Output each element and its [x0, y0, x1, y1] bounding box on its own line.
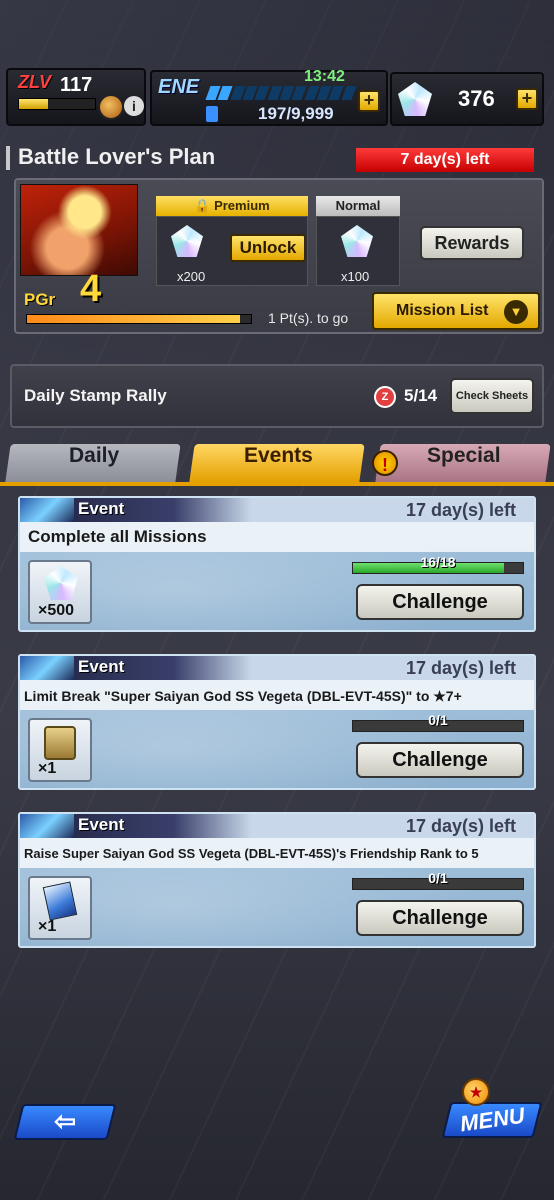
premium-header: 🔒 Premium — [156, 196, 308, 216]
mission-progress-text: 16/18 — [420, 554, 456, 570]
mission-days-left: 17 day(s) left — [405, 816, 516, 836]
limit-break-medal-icon — [44, 726, 76, 760]
tab-special[interactable]: Special — [375, 444, 551, 482]
pgr-progress-bar — [26, 314, 252, 324]
reward-item[interactable]: ×500 — [28, 560, 92, 624]
mission-list-button[interactable]: Mission List ▼ — [372, 292, 540, 330]
mission-list-label: Mission List — [396, 302, 489, 319]
mission-title-row: Limit Break "Super Saiyan God SS Vegeta … — [20, 680, 534, 710]
title-accent — [6, 146, 10, 170]
crystal-icon — [44, 566, 78, 600]
chrono-crystal-icon — [398, 82, 432, 116]
energy-value: 197/9,999 — [258, 104, 334, 123]
mission-progress-text: 0/1 — [428, 870, 448, 886]
event-tag: Event — [78, 815, 125, 834]
normal-header: Normal — [316, 196, 400, 216]
avatar — [98, 94, 124, 120]
energy-timer: 13:42 — [304, 68, 345, 85]
challenge-button[interactable]: Challenge — [356, 900, 524, 936]
normal-qty: x100 — [341, 269, 370, 284]
plan-days-left-badge: 7 day(s) left — [356, 148, 534, 172]
chevron-down-icon: ▼ — [504, 300, 528, 324]
mission-title: Raise Super Saiyan God SS Vegeta (DBL-EV… — [24, 846, 479, 861]
level-value: 117 — [60, 74, 93, 96]
mission-days-left: 17 day(s) left — [405, 500, 516, 520]
gems-panel: 376 + — [390, 72, 544, 126]
energy-bar — [205, 86, 357, 100]
mission-card: Event 17 day(s) left Limit Break "Super … — [18, 654, 536, 790]
add-gems-button[interactable]: + — [516, 88, 538, 110]
event-tag: Event — [78, 499, 125, 518]
challenge-button[interactable]: Challenge — [356, 742, 524, 778]
mission-title-row: Complete all Missions — [20, 522, 534, 552]
dragon-ball-icon: ★ — [462, 1078, 490, 1106]
stamp-rally-panel: Daily Stamp Rally Z 5/14 Check Sheets — [10, 364, 544, 428]
mission-days-left: 17 day(s) left — [405, 658, 516, 678]
premium-qty: x200 — [177, 269, 206, 284]
crystal-icon — [341, 225, 373, 257]
character-portrait — [20, 184, 138, 276]
mission-title: Complete all Missions — [28, 527, 207, 546]
pgr-value: 4 — [80, 268, 102, 310]
level-tag: ZLV — [18, 72, 52, 92]
tab-daily-label: Daily — [68, 444, 120, 467]
back-arrow-icon: ⇦ — [54, 1106, 77, 1136]
gems-value: 376 — [458, 86, 495, 111]
reward-item[interactable]: ×1 — [28, 718, 92, 782]
energy-panel: ENE 13:42 197/9,999 + — [150, 68, 388, 126]
unlock-button[interactable]: Unlock — [230, 234, 306, 262]
reward-qty: ×1 — [38, 760, 57, 777]
stamp-icon: Z — [374, 386, 396, 408]
challenge-button[interactable]: Challenge — [356, 584, 524, 620]
tab-underline — [0, 482, 554, 486]
mission-title-row: Raise Super Saiyan God SS Vegeta (DBL-EV… — [20, 838, 534, 868]
mission-card: Event 17 day(s) left Complete all Missio… — [18, 496, 536, 632]
alert-icon: ! — [372, 450, 398, 476]
character-thumbnail — [20, 656, 74, 680]
event-tag: Event — [78, 657, 125, 676]
stamp-count: 5/14 — [404, 386, 438, 405]
character-thumbnail — [20, 498, 74, 522]
tab-special-label: Special — [427, 444, 501, 467]
stamp-rally-label: Daily Stamp Rally — [24, 386, 167, 405]
pgr-label: PGr — [24, 290, 56, 309]
tab-daily[interactable]: Daily — [5, 444, 181, 482]
normal-reward: x100 — [316, 216, 400, 286]
check-sheets-button[interactable]: Check Sheets — [450, 378, 534, 414]
mission-card: Event 17 day(s) left Raise Super Saiyan … — [18, 812, 536, 948]
crystal-icon — [171, 225, 203, 257]
level-exp-bar — [18, 98, 96, 110]
points-to-go: 1 Pt(s). to go — [268, 310, 349, 326]
reward-qty: ×500 — [38, 602, 75, 619]
reward-qty: ×1 — [38, 918, 57, 935]
tab-events[interactable]: Events — [189, 444, 365, 482]
tab-events-label: Events — [243, 444, 313, 467]
premium-label: Premium — [214, 198, 270, 213]
menu-label: MENU — [458, 1102, 526, 1137]
character-thumbnail — [20, 814, 74, 838]
page-title: Battle Lover's Plan — [18, 144, 216, 169]
ticket-icon — [42, 881, 78, 921]
energy-label: ENE — [158, 76, 200, 98]
level-panel[interactable]: ZLV 117 i — [6, 68, 146, 126]
info-icon[interactable]: i — [124, 96, 144, 116]
plan-panel: 4 PGr 🔒 Premium x200 Unlock Normal x100 … — [14, 178, 544, 334]
rewards-button[interactable]: Rewards — [420, 226, 524, 260]
back-button[interactable]: ⇦ — [13, 1104, 117, 1140]
add-energy-button[interactable]: + — [358, 90, 380, 112]
mission-progress-text: 0/1 — [428, 712, 448, 728]
mission-title: Limit Break "Super Saiyan God SS Vegeta … — [24, 688, 462, 704]
energy-vial-icon — [206, 106, 218, 122]
reward-item[interactable]: ×1 — [28, 876, 92, 940]
menu-button[interactable]: MENU — [441, 1102, 543, 1138]
